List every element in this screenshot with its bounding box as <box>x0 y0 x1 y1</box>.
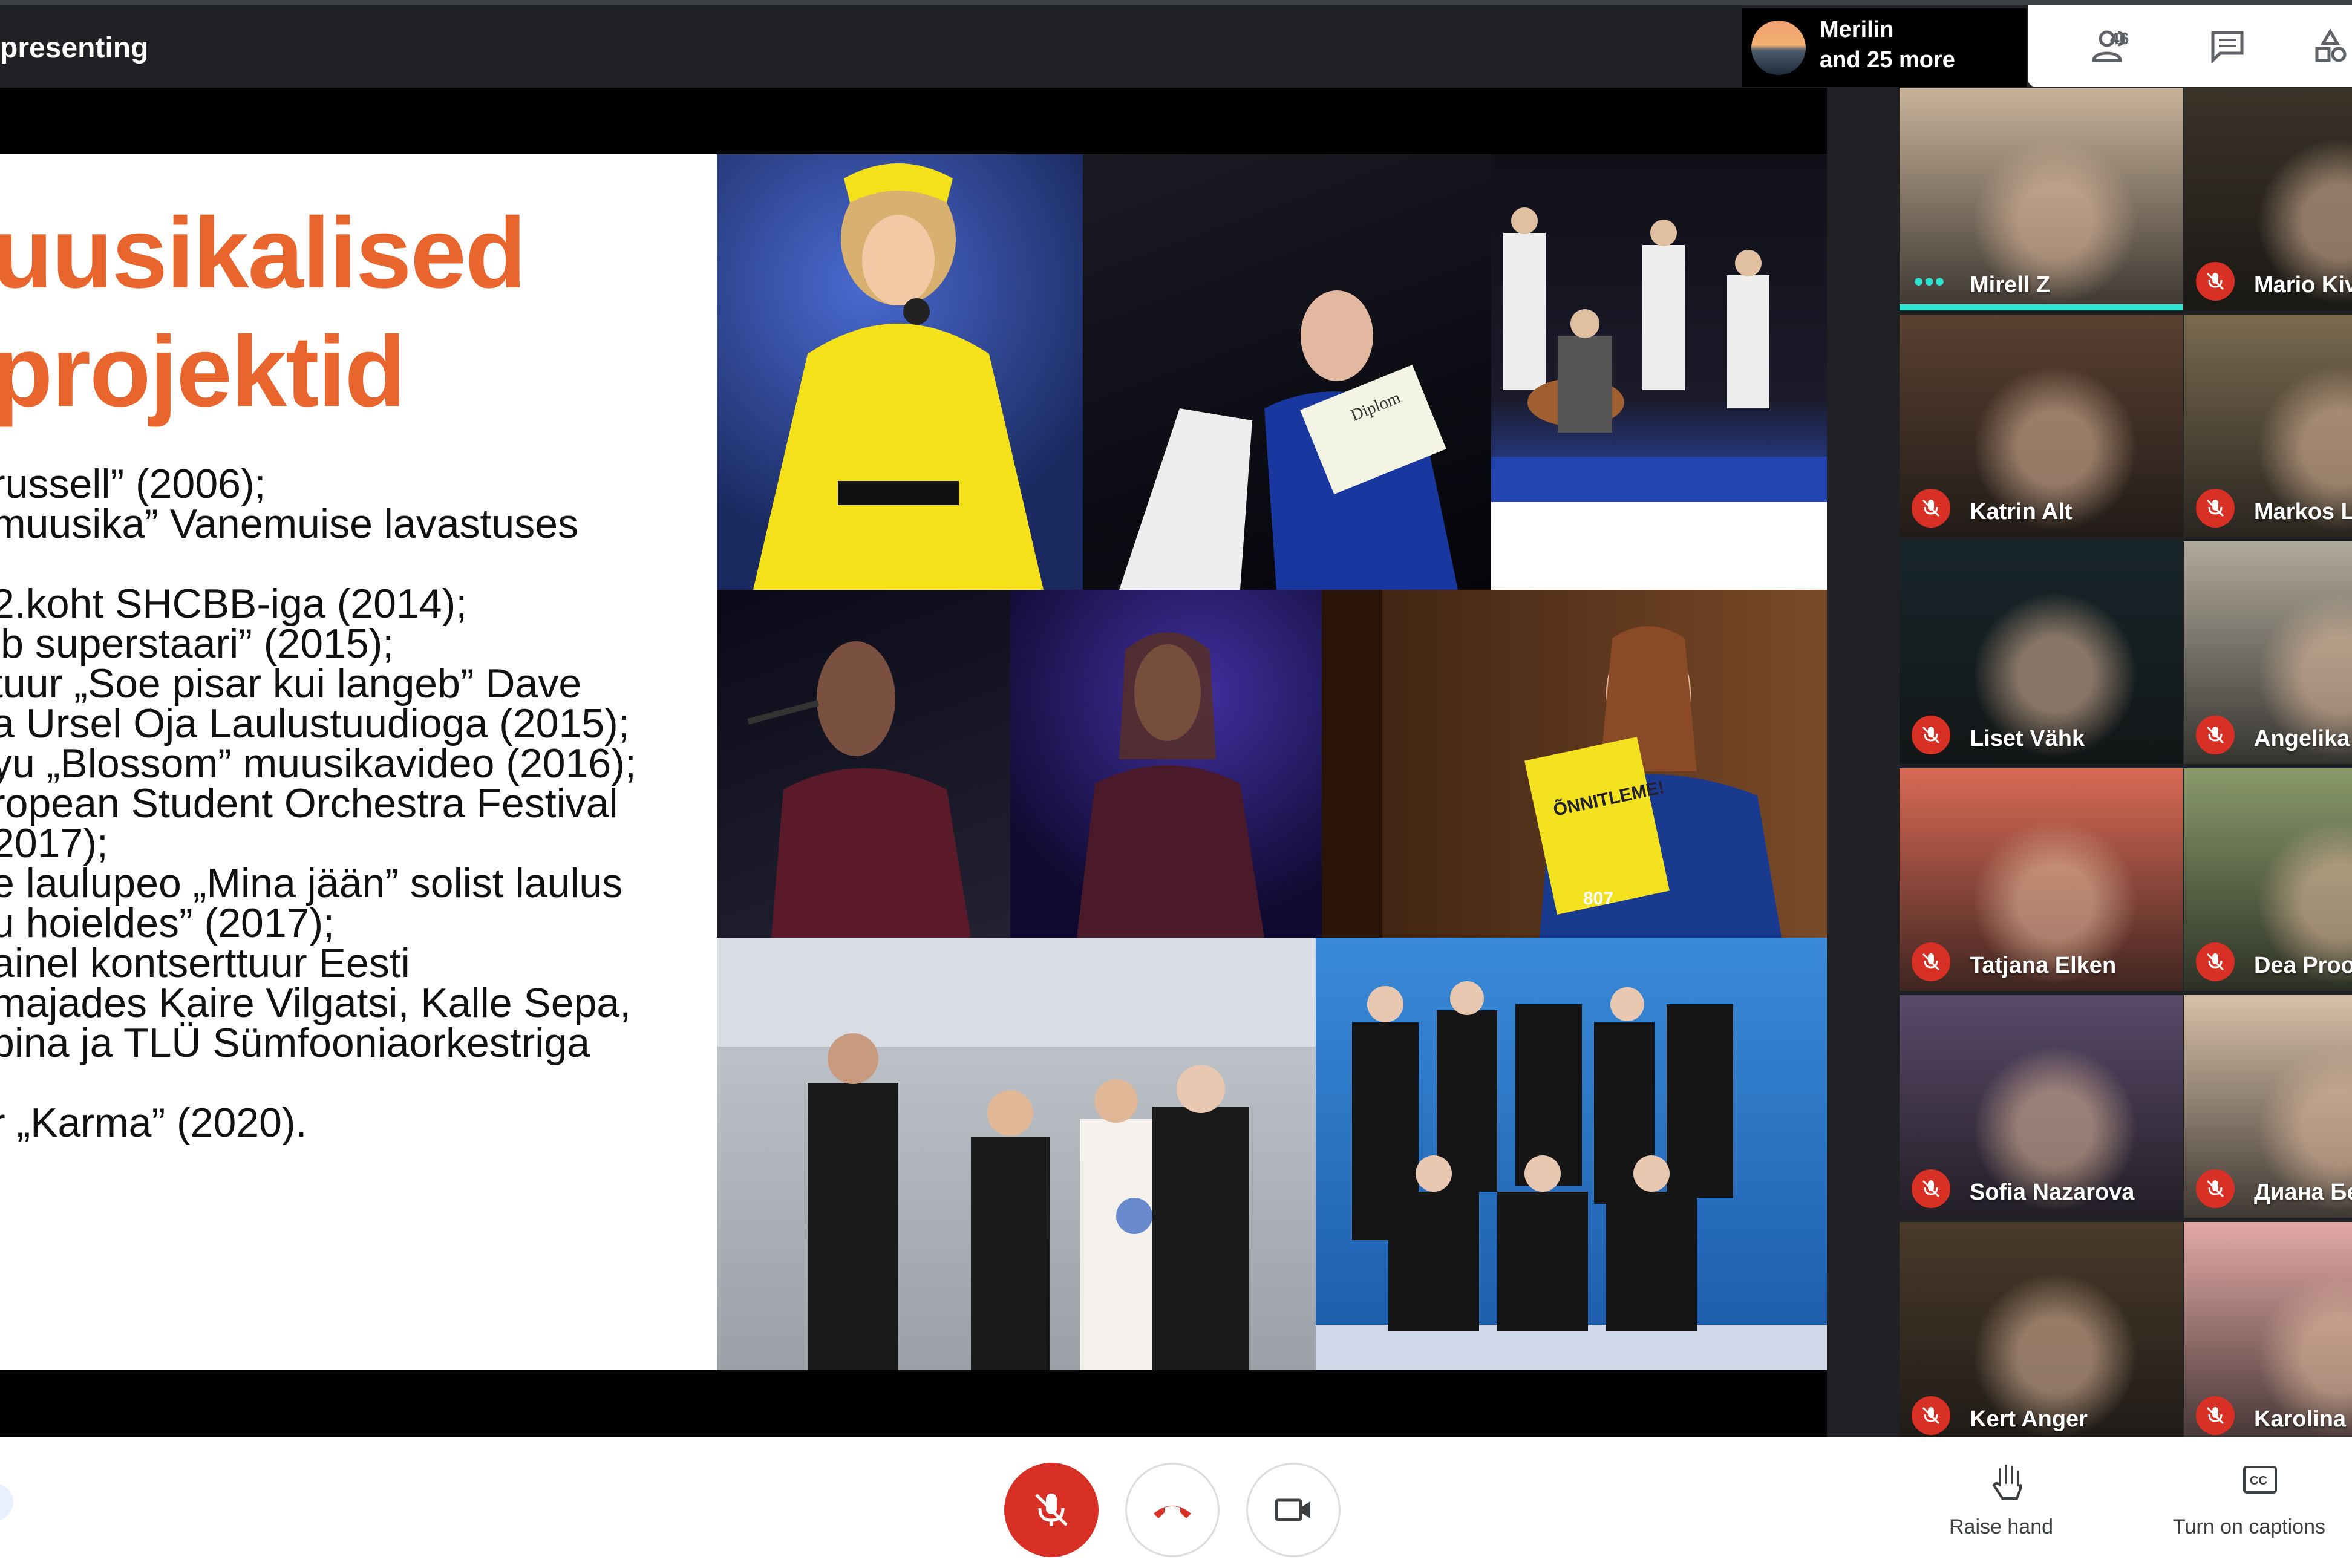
camera-toggle-button[interactable] <box>1246 1463 1341 1557</box>
participant-tile[interactable]: Sofia Nazarova <box>1900 995 2183 1218</box>
slide-body-line: ib superstaari” (2015); <box>0 621 394 667</box>
top-edge <box>0 0 2352 5</box>
chat-icon <box>2211 31 2244 63</box>
participant-name: Katrin Alt <box>1970 499 2073 524</box>
photo-singer-stage <box>1010 590 1322 938</box>
slide-body-line: u hoieldes” (2017); <box>0 900 335 946</box>
slide-body-line: russell” (2006); <box>0 461 266 507</box>
participant-name: Liset Vähk <box>1970 726 2085 751</box>
mic-off-icon <box>1035 1494 1068 1526</box>
presenting-label: presenting <box>0 32 149 64</box>
participant-name: Sofia Nazarova <box>1970 1180 2135 1205</box>
activities-icon <box>2315 28 2347 62</box>
slide-body-line <box>0 544 636 584</box>
presenter-avatar <box>1751 21 1806 75</box>
participant-tile[interactable]: Диана Бе <box>2184 995 2352 1218</box>
participant-tile[interactable]: Mario Kiv <box>2184 88 2352 310</box>
slide-title-line1: uusikalised <box>0 197 526 309</box>
hand-icon <box>1992 1465 2022 1500</box>
slide-body-line: pina ja TLÜ Sümfooniaorkestriga <box>0 1020 590 1066</box>
people-count: 46 <box>2110 29 2129 48</box>
slide-body-line: muusika” Vanemuise lavastuses <box>0 501 579 547</box>
top-right-panel: 46 <box>2028 5 2352 87</box>
mic-muted-icon <box>1912 716 1950 754</box>
captions-icon: CC <box>2243 1466 2277 1494</box>
participant-tile[interactable]: Markos L <box>2184 315 2352 537</box>
camera-icon <box>1275 1498 1310 1521</box>
mic-muted-icon <box>2196 942 2235 981</box>
mic-toggle-button[interactable] <box>1004 1463 1099 1557</box>
mic-muted-icon <box>1912 1169 1950 1208</box>
participant-name: Mirell Z <box>1970 272 2051 298</box>
slide-body-line: a Ursel Oja Laulustuudioga (2015); <box>0 701 630 746</box>
slide-body-line <box>0 1063 636 1103</box>
mic-muted-icon <box>2196 716 2235 754</box>
captions-button[interactable]: CC Turn on captions <box>2166 1461 2347 1552</box>
photo-group-flowers <box>717 938 1316 1370</box>
photo-group-black <box>1316 938 1827 1370</box>
mic-muted-icon <box>1912 1396 1950 1435</box>
slide-body-line: 2.koht SHCBB-iga (2014); <box>0 581 468 627</box>
raise-hand-label: Raise hand <box>1949 1515 2054 1538</box>
participant-tile[interactable]: Angelika <box>2184 541 2352 764</box>
participant-name: Kert Anger <box>1970 1406 2088 1432</box>
participant-name: Markos L <box>2254 499 2352 524</box>
participant-name: Karolina U <box>2254 1406 2352 1432</box>
participant-tile[interactable]: Kert Anger <box>1900 1222 2183 1445</box>
participant-tile[interactable]: Karolina U <box>2184 1222 2352 1445</box>
chat-button[interactable] <box>2167 5 2288 87</box>
mic-muted-icon <box>2196 262 2235 301</box>
participant-name: Tatjana Elken <box>1970 953 2117 978</box>
svg-text:CC: CC <box>2250 1474 2267 1488</box>
slide-title-line2: projektid <box>0 316 406 428</box>
bottom-control-bar: Raise hand CC Turn on captions <box>0 1437 2352 1568</box>
mic-muted-icon <box>1912 942 1950 981</box>
captions-label: Turn on captions <box>2173 1515 2325 1538</box>
slide-body-line: tuur „Soe pisar kui langeb” Dave <box>0 661 582 707</box>
presenter-more: and 25 more <box>1820 47 1955 73</box>
raise-hand-button[interactable]: Raise hand <box>1936 1461 2081 1552</box>
presenter-info: Merilin and 25 more <box>1820 15 1955 75</box>
photo-stage-sailors <box>1491 154 1827 502</box>
participant-tile[interactable]: Dea Proo <box>2184 768 2352 991</box>
participant-name: Mario Kiv <box>2254 272 2352 298</box>
participant-name: Angelika <box>2254 726 2350 751</box>
active-speaker-bar <box>1900 304 2183 310</box>
participant-name: Dea Proo <box>2254 953 2352 978</box>
slide-body-line: e laulupeo „Mina jään” solist laulus <box>0 860 623 906</box>
presentation-slide: uusikalised projektid russell” (2006); mu… <box>0 154 1827 1370</box>
slide-body-text: russell” (2006); muusika” Vanemuise lavas… <box>0 461 636 1146</box>
presenter-name: Merilin <box>1820 17 1894 42</box>
participants-grid: ••• Mirell Z Mario Kiv Katrin Alt Markos L Li… <box>1900 88 2352 1445</box>
participant-tile[interactable]: Tatjana Elken <box>1900 768 2183 991</box>
participant-name: Диана Бе <box>2254 1180 2352 1205</box>
slide-body-line: yu „Blossom” muusikavideo (2016); <box>0 740 636 786</box>
photo-singer-yellow-dress <box>717 154 1083 590</box>
mic-muted-icon <box>2196 1396 2235 1435</box>
mic-muted-icon <box>2196 1169 2235 1208</box>
speaking-indicator-icon: ••• <box>1914 267 1946 296</box>
participant-tile[interactable]: ••• Mirell Z <box>1900 88 2183 310</box>
slide-title: uusikalised projektid <box>0 194 526 431</box>
mic-muted-icon <box>2196 489 2235 528</box>
slide-body-line: 2017); <box>0 820 108 866</box>
slide-body-line: majades Kaire Vilgatsi, Kalle Sepa, <box>0 980 632 1026</box>
slide-body-line: ainel kontserttuur Eesti <box>0 940 410 986</box>
leave-call-button[interactable] <box>1125 1463 1220 1557</box>
slide-body-line: ropean Student Orchestra Festival <box>0 780 618 826</box>
photo-singer-profile <box>717 590 1010 938</box>
photo-congrats-sign: ÕNNITLEME! 807 <box>1322 590 1827 938</box>
mic-muted-icon <box>1912 489 1950 528</box>
slide-body-line: r „Karma” (2020). <box>0 1100 307 1146</box>
photo-diploma-piano: Diplom <box>1083 154 1491 590</box>
participant-tile[interactable]: Katrin Alt <box>1900 315 2183 537</box>
activities-button[interactable] <box>2294 5 2352 87</box>
hang-up-icon <box>1154 1506 1191 1518</box>
contestant-number: 807 <box>1583 889 1613 909</box>
participant-tile[interactable]: Liset Vähk <box>1900 541 2183 764</box>
